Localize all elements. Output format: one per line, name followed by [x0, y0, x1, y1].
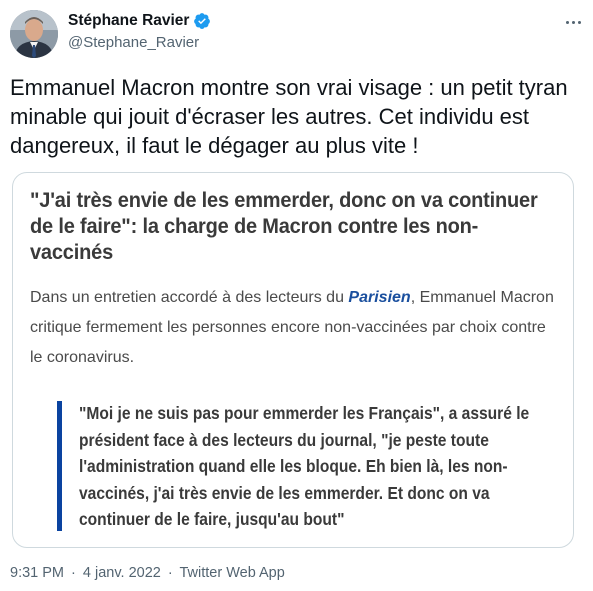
article-lead-before: Dans un entretien accordé à des lecteurs…	[30, 289, 349, 306]
author-display-name[interactable]: Stéphane Ravier	[68, 12, 189, 30]
article-title: "J'ai très envie de les emmerder, donc o…	[30, 188, 538, 264]
tweet-meta: 9:31 PM · 4 janv. 2022 · Twitter Web App	[10, 565, 285, 581]
author-handle[interactable]: @Stephane_Ravier	[68, 34, 199, 51]
tweet-date[interactable]: 4 janv. 2022	[83, 565, 161, 581]
tweet-time[interactable]: 9:31 PM	[10, 565, 64, 581]
meta-separator: ·	[71, 565, 76, 581]
verified-badge-icon	[193, 12, 211, 30]
avatar[interactable]	[10, 10, 58, 58]
article-lead: Dans un entretien accordé à des lecteurs…	[30, 283, 560, 373]
meta-separator: ·	[167, 565, 173, 581]
quote-bar	[57, 401, 62, 531]
tweet-source[interactable]: Twitter Web App	[180, 565, 285, 581]
more-options-icon[interactable]	[563, 12, 583, 32]
link-preview-card[interactable]: "J'ai très envie de les emmerder, donc o…	[12, 172, 574, 548]
author-name-row: Stéphane Ravier	[68, 12, 211, 30]
tweet-text: Emmanuel Macron montre son vrai visage :…	[10, 75, 568, 158]
article-lead-source: Parisien	[348, 289, 411, 306]
avatar-photo	[10, 10, 58, 58]
article-quote: "Moi je ne suis pas pour emmerder les Fr…	[79, 403, 530, 529]
